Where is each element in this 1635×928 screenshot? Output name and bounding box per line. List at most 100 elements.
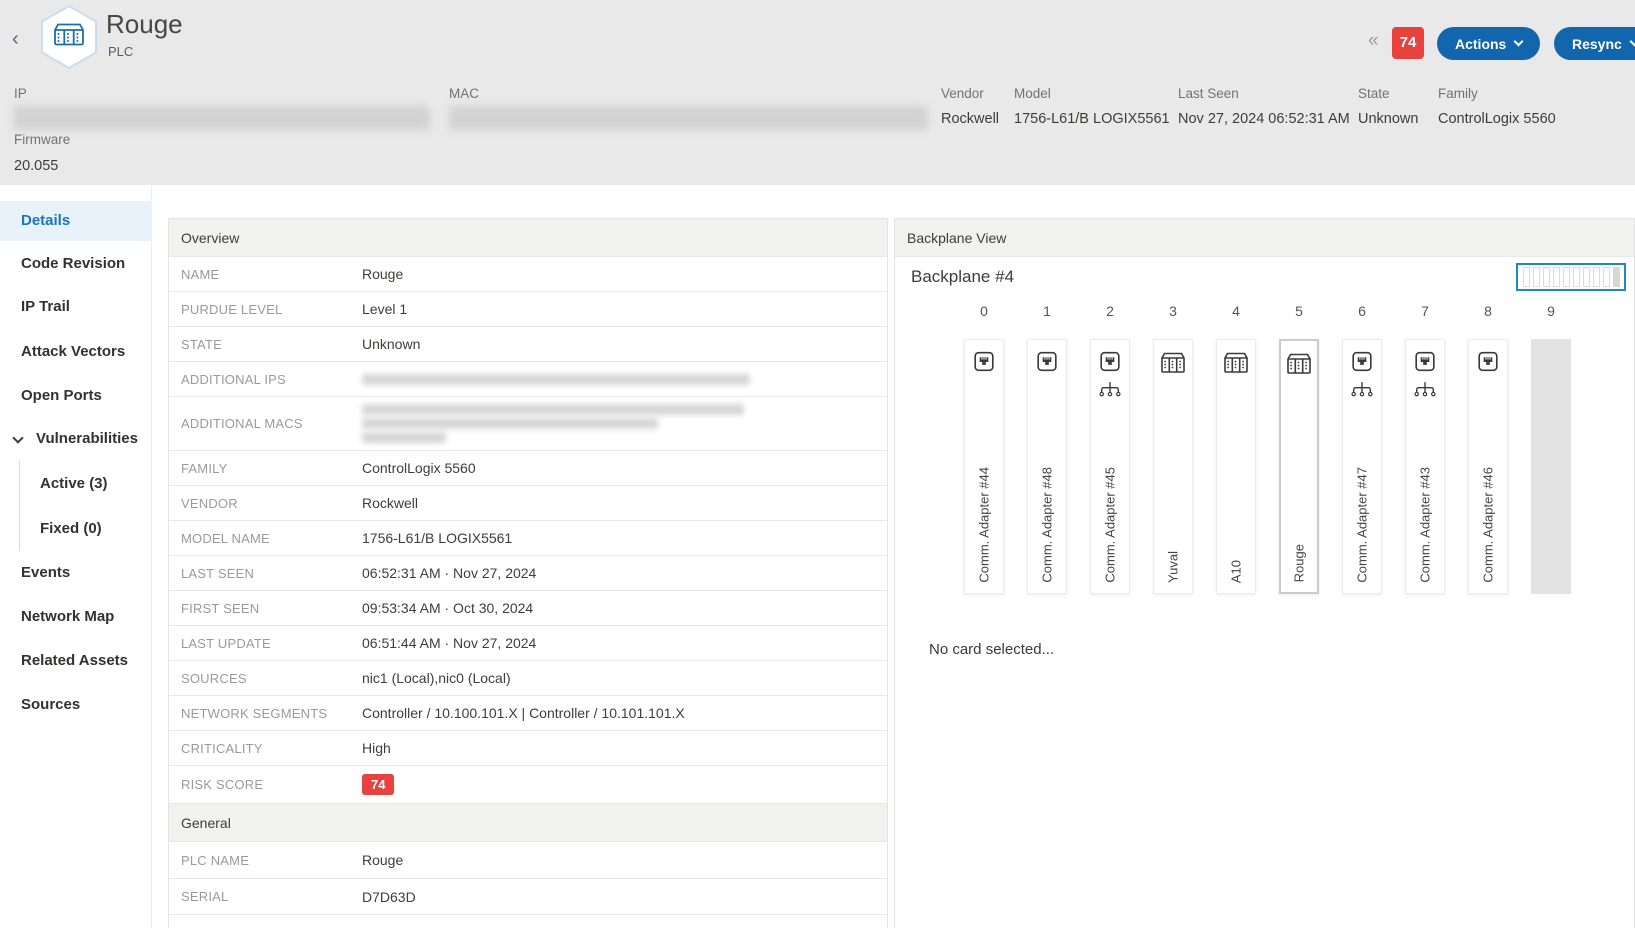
collapse-panel-icon[interactable]: « bbox=[1368, 30, 1379, 52]
family-label: Family bbox=[1438, 86, 1478, 101]
backplane-section-header: Backplane View bbox=[895, 219, 1634, 257]
last-seen-label: Last Seen bbox=[1178, 86, 1239, 101]
page-title: Rouge bbox=[106, 9, 183, 40]
state-label: State bbox=[1358, 86, 1390, 101]
backplane-slot-3: 3 Yuval bbox=[1153, 303, 1193, 594]
risk-score-badge: 74 bbox=[362, 774, 394, 795]
network-tree-icon bbox=[1413, 382, 1437, 402]
backplane-card[interactable]: Comm. Adapter #43 bbox=[1405, 339, 1445, 594]
sidebar-item-vulnerabilities[interactable]: Vulnerabilities bbox=[0, 429, 152, 449]
backplane-card[interactable]: A10 bbox=[1216, 339, 1256, 594]
comm-adapter-icon bbox=[1477, 350, 1500, 378]
backplane-slot-7: 7 Comm. Adapter #43 bbox=[1405, 303, 1445, 594]
sidebar-item-ip-trail[interactable]: IP Trail bbox=[0, 297, 152, 317]
sidebar-item-vulnerabilities-fixed[interactable]: Fixed (0) bbox=[0, 519, 152, 539]
details-panel: Overview NAMERouge PURDUE LEVELLevel 1 S… bbox=[168, 218, 888, 928]
comm-adapter-icon bbox=[1036, 350, 1059, 378]
comm-adapter-icon bbox=[1099, 350, 1122, 378]
network-tree-icon bbox=[1350, 382, 1374, 402]
table-row: FAMILYControlLogix 5560 bbox=[169, 451, 887, 486]
sidebar-item-code-revision[interactable]: Code Revision bbox=[0, 254, 152, 274]
backplane-slot-4: 4 A10 bbox=[1216, 303, 1256, 594]
backplane-card[interactable]: Comm. Adapter #48 bbox=[1027, 339, 1067, 594]
backplane-card-current[interactable]: Rouge bbox=[1279, 339, 1319, 594]
back-chevron-icon[interactable]: ‹ bbox=[12, 28, 19, 51]
table-row: NETWORK SEGMENTSController / 10.100.101.… bbox=[169, 696, 887, 731]
backplane-empty-slot[interactable] bbox=[1531, 339, 1571, 594]
backplane-card[interactable]: Comm. Adapter #44 bbox=[964, 339, 1004, 594]
table-row: SOURCESnic1 (Local),nic0 (Local) bbox=[169, 661, 887, 696]
backplane-card[interactable]: Comm. Adapter #46 bbox=[1468, 339, 1508, 594]
table-row: LAST UPDATE06:51:44 AM · Nov 27, 2024 bbox=[169, 626, 887, 661]
sidebar-item-related-assets[interactable]: Related Assets bbox=[0, 651, 152, 671]
model-label: Model bbox=[1014, 86, 1051, 101]
comm-adapter-icon bbox=[1351, 350, 1374, 378]
vendor-label: Vendor bbox=[941, 86, 984, 101]
ip-value-redacted bbox=[14, 106, 430, 130]
table-row bbox=[169, 915, 887, 928]
table-row: SERIALD7D63D bbox=[169, 879, 887, 915]
no-card-selected-text: No card selected... bbox=[929, 641, 1054, 658]
sidebar-item-vulnerabilities-active[interactable]: Active (3) bbox=[0, 474, 152, 494]
backplane-slot-9: 9 bbox=[1531, 303, 1571, 594]
sidebar-item-open-ports[interactable]: Open Ports bbox=[0, 386, 152, 406]
table-row: ADDITIONAL IPS bbox=[169, 362, 887, 397]
chevron-down-icon bbox=[1629, 37, 1635, 47]
sidebar-item-events[interactable]: Events bbox=[0, 563, 152, 583]
network-tree-icon bbox=[1098, 382, 1122, 402]
last-seen-value: Nov 27, 2024 06:52:31 AM bbox=[1178, 111, 1350, 127]
backplane-slot-2: 2 Comm. Adapter #45 bbox=[1090, 303, 1130, 594]
plc-icon bbox=[1223, 350, 1250, 380]
backplane-minimap[interactable] bbox=[1516, 263, 1626, 291]
backplane-card[interactable]: Comm. Adapter #45 bbox=[1090, 339, 1130, 594]
plc-icon bbox=[1160, 350, 1187, 380]
table-row: STATEUnknown bbox=[169, 327, 887, 362]
general-section-header: General bbox=[169, 804, 887, 842]
comm-adapter-icon bbox=[1414, 350, 1437, 378]
firmware-label: Firmware bbox=[14, 132, 70, 147]
family-value: ControlLogix 5560 bbox=[1438, 111, 1556, 127]
backplane-slot-1: 1 Comm. Adapter #48 bbox=[1027, 303, 1067, 594]
table-row: PURDUE LEVELLevel 1 bbox=[169, 292, 887, 327]
sidebar: Details Code Revision IP Trail Attack Ve… bbox=[0, 185, 152, 928]
sub-items-guide-line bbox=[19, 461, 20, 551]
asset-type-label: PLC bbox=[108, 44, 133, 59]
backplane-slot-5: 5 Rouge bbox=[1279, 303, 1319, 594]
redacted-value bbox=[362, 371, 750, 388]
sidebar-item-sources[interactable]: Sources bbox=[0, 695, 152, 715]
overview-section-header: Overview bbox=[169, 219, 887, 257]
resync-button[interactable]: Resync bbox=[1554, 27, 1635, 60]
mac-value-redacted bbox=[449, 106, 928, 130]
backplane-slot-6: 6 Comm. Adapter #47 bbox=[1342, 303, 1382, 594]
model-value: 1756-L61/B LOGIX5561 bbox=[1014, 111, 1170, 127]
firmware-value: 20.055 bbox=[14, 158, 58, 174]
redacted-value bbox=[362, 401, 744, 446]
backplane-slot-0: 0 Comm. Adapter #44 bbox=[964, 303, 1004, 594]
table-row: VENDORRockwell bbox=[169, 486, 887, 521]
actions-button[interactable]: Actions bbox=[1437, 27, 1540, 60]
backplane-card[interactable]: Yuval bbox=[1153, 339, 1193, 594]
asset-type-hexagon-icon bbox=[38, 4, 100, 75]
vendor-value: Rockwell bbox=[941, 111, 999, 127]
actions-button-label: Actions bbox=[1455, 36, 1506, 52]
comm-adapter-icon bbox=[973, 350, 996, 378]
table-row: CRITICALITYHigh bbox=[169, 731, 887, 766]
risk-score-badge: 74 bbox=[1392, 27, 1424, 59]
backplane-card[interactable]: Comm. Adapter #47 bbox=[1342, 339, 1382, 594]
table-row: FIRST SEEN09:53:34 AM · Oct 30, 2024 bbox=[169, 591, 887, 626]
table-row: LAST SEEN06:52:31 AM · Nov 27, 2024 bbox=[169, 556, 887, 591]
sidebar-item-attack-vectors[interactable]: Attack Vectors bbox=[0, 342, 152, 362]
sidebar-item-details[interactable]: Details bbox=[0, 201, 152, 241]
table-row: MODEL NAME1756-L61/B LOGIX5561 bbox=[169, 521, 887, 556]
chevron-down-icon bbox=[1514, 37, 1524, 47]
table-row: ADDITIONAL MACS bbox=[169, 397, 887, 451]
table-row: RISK SCORE 74 bbox=[169, 766, 887, 804]
table-row: PLC NAMERouge bbox=[169, 842, 887, 879]
backplane-slot-8: 8 Comm. Adapter #46 bbox=[1468, 303, 1508, 594]
asset-header: ‹ Rouge PLC « 74 Actions bbox=[0, 0, 1635, 185]
ip-label: IP bbox=[14, 86, 27, 101]
sidebar-item-network-map[interactable]: Network Map bbox=[0, 607, 152, 627]
plc-icon bbox=[1286, 351, 1313, 381]
mac-label: MAC bbox=[449, 86, 479, 101]
backplane-panel: Backplane View Backplane #4 0 Comm. Adap… bbox=[894, 218, 1635, 928]
